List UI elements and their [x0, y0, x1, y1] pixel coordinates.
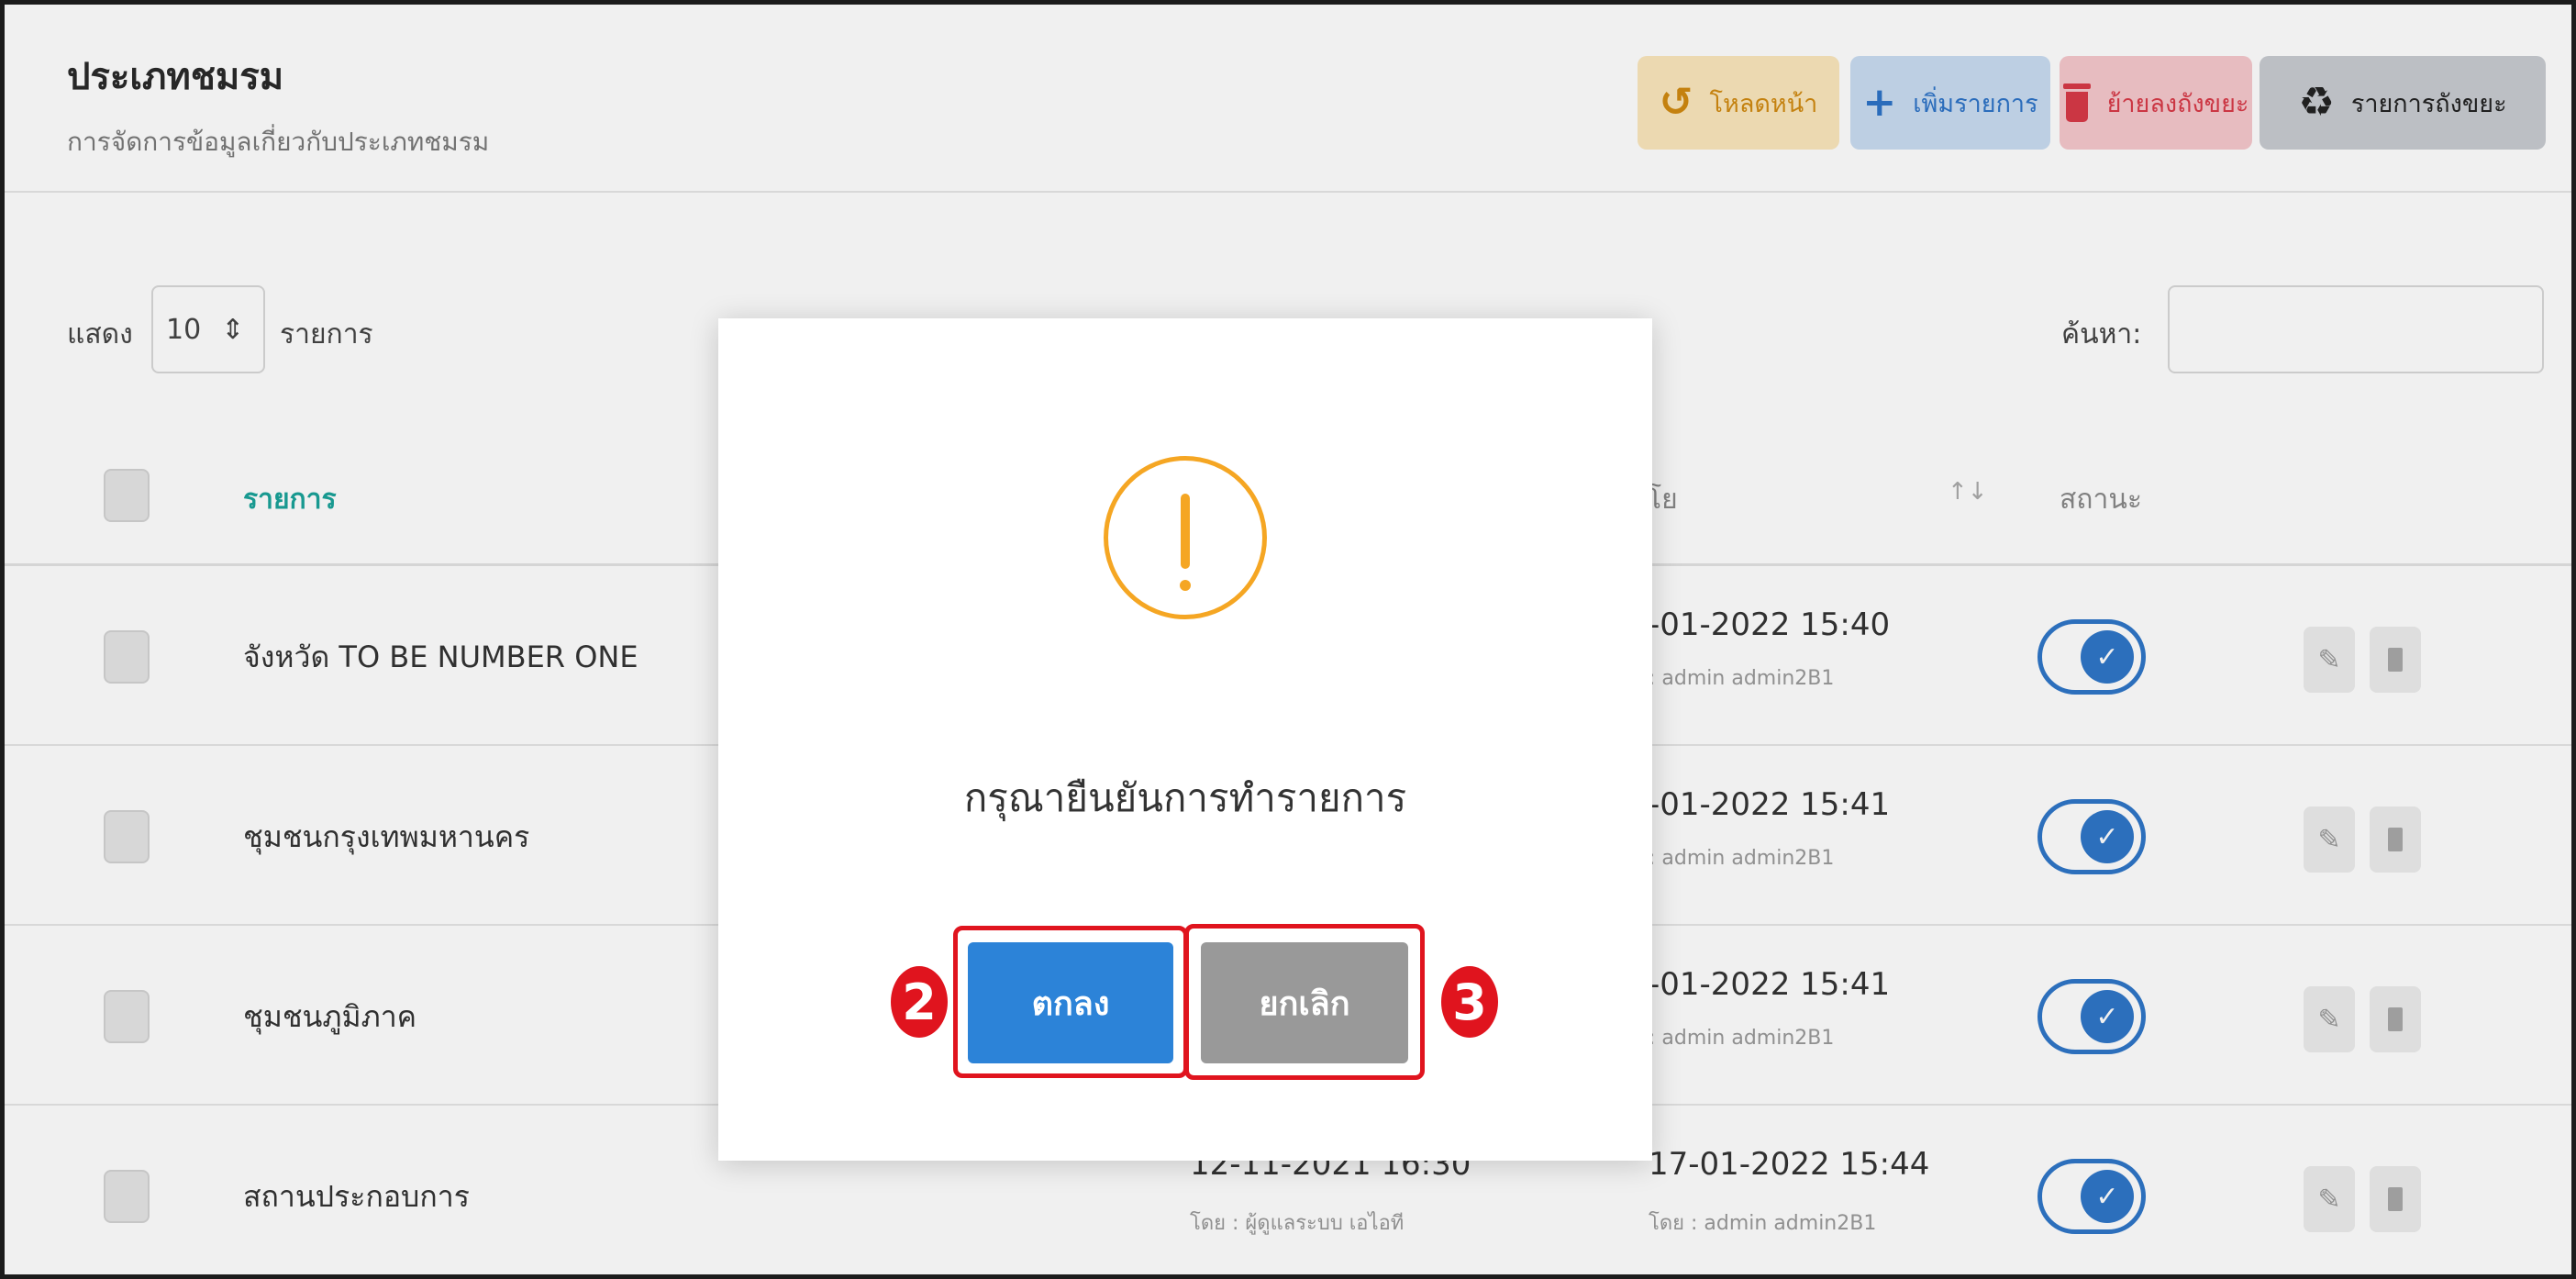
step-marker-3: 3 — [1441, 966, 1498, 1038]
cancel-button[interactable]: ยกเลิก — [1201, 942, 1408, 1063]
warning-icon — [1104, 456, 1267, 619]
confirm-dialog: กรุณายืนยันการทำรายการ 2 ตกลง ยกเลิก 3 — [718, 318, 1652, 1161]
ok-button[interactable]: ตกลง — [968, 942, 1173, 1063]
app-frame: ประเภทชมรม การจัดการข้อมูลเกี่ยวกับประเภ… — [0, 0, 2576, 1279]
step-marker-2: 2 — [891, 966, 948, 1038]
confirm-message: กรุณายืนยันการทำรายการ — [963, 775, 1407, 820]
